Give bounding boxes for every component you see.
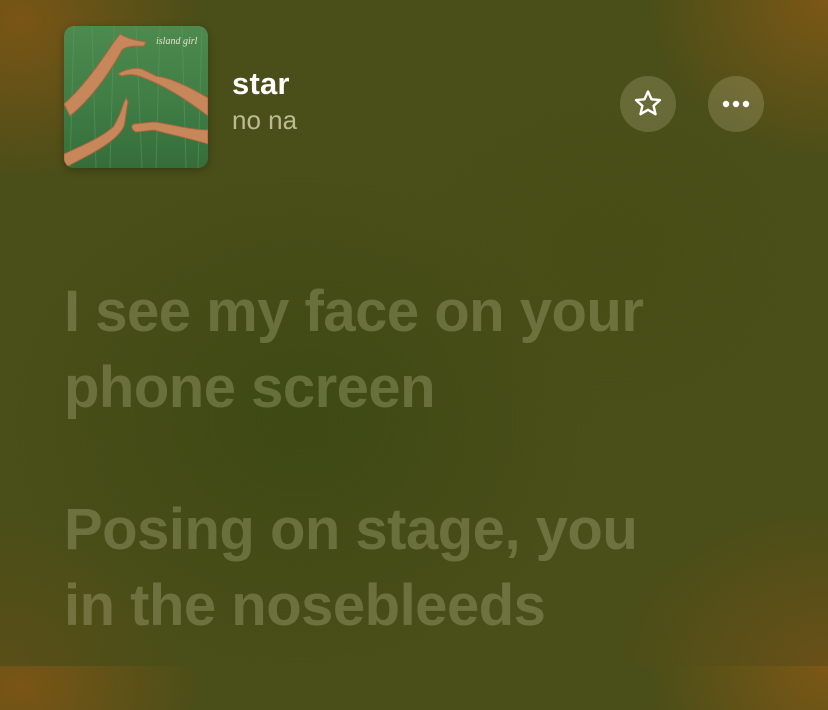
favorite-button[interactable] [620, 76, 676, 132]
lyric-line[interactable]: Posing on stage, you in the nosebleeds [64, 492, 784, 644]
track-title: star [232, 66, 290, 101]
ellipsis-icon [722, 100, 750, 108]
lyrics-view[interactable]: I see my face on your phone screen Posin… [64, 274, 784, 710]
lyric-line[interactable]: I see my face on your phone screen [64, 274, 784, 426]
track-info[interactable]: star no na [232, 66, 297, 136]
track-artist[interactable]: no na [232, 104, 297, 136]
now-playing-header: island girl star no na [64, 26, 764, 168]
more-options-button[interactable] [708, 76, 764, 132]
album-art-image: island girl [64, 26, 208, 168]
star-outline-icon [634, 90, 662, 116]
album-artwork[interactable]: island girl [64, 26, 208, 168]
album-art-text: island girl [156, 36, 198, 47]
